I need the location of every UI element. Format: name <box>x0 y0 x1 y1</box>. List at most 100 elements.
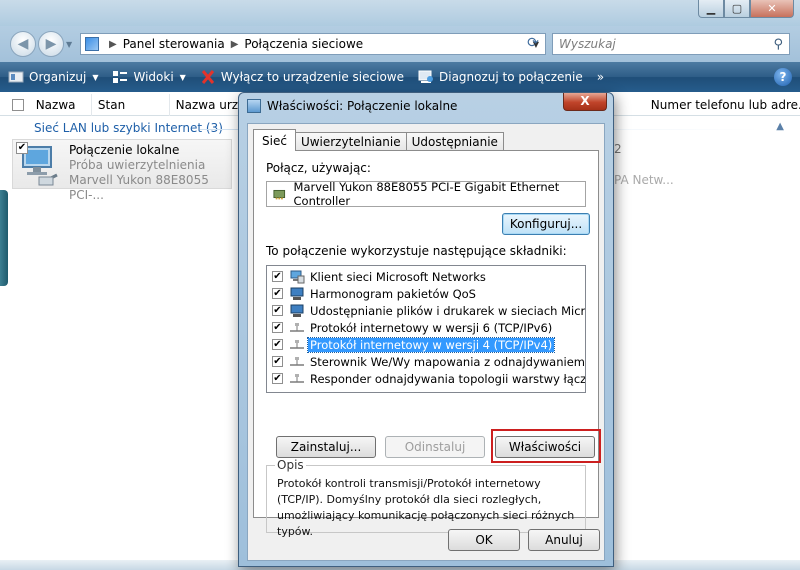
list-item[interactable]: ✔ Sterownik We/Wy mapowania z odnajdywan… <box>267 353 585 370</box>
component-checkbox[interactable]: ✔ <box>272 271 283 282</box>
search-placeholder: Wyszukaj <box>559 37 616 51</box>
uninstall-button[interactable]: Odinstaluj <box>385 436 485 458</box>
component-label: Klient sieci Microsoft Networks <box>310 269 486 284</box>
back-arrow-icon: ◀ <box>17 36 29 52</box>
address-field[interactable]: ▶ Panel sterowania ▶ Połączenia sieciowe… <box>80 33 546 55</box>
disable-device-button[interactable]: Wyłącz to urządzenie sieciowe <box>200 70 404 84</box>
ok-button[interactable]: OK <box>448 529 520 551</box>
views-label: Widoki <box>133 70 174 84</box>
qos-icon <box>290 287 304 300</box>
help-icon[interactable]: ? <box>774 68 792 86</box>
toolbar-overflow-button[interactable]: » <box>597 70 604 84</box>
cancel-button[interactable]: Anuluj <box>528 529 600 551</box>
dialog-close-button[interactable]: X <box>563 93 607 111</box>
list-item[interactable]: ✔ Udostępnianie plików i drukarek w siec… <box>267 302 585 319</box>
components-label: To połączenie wykorzystuje następujące s… <box>266 244 567 258</box>
dialog-titlebar: Właściwości: Połączenie lokalne <box>247 99 457 113</box>
select-all-checkbox[interactable] <box>12 98 24 111</box>
history-dropdown-icon[interactable]: ▼ <box>66 40 72 49</box>
diagnose-button[interactable]: Diagnozuj to połączenie <box>418 70 583 84</box>
description-group: Opis Protokół kontroli transmisji/Protok… <box>266 458 586 538</box>
minimize-button[interactable]: ▁ <box>698 0 724 18</box>
connection-checkbox[interactable]: ✔ <box>16 142 28 154</box>
window-controls: ▁ ▢ ✕ <box>698 0 794 18</box>
network-adapter-icon <box>273 189 286 200</box>
refresh-icon[interactable]: ⟳ <box>522 35 544 53</box>
highlight-frame <box>491 429 601 463</box>
search-icon[interactable]: ⚲ <box>773 35 783 55</box>
diagnose-label: Diagnozuj to połączenie <box>439 70 583 84</box>
breadcrumb-separator-icon[interactable]: ▶ <box>109 39 117 50</box>
list-item[interactable]: ✔ Protokół internetowy w wersji 6 (TCP/I… <box>267 319 585 336</box>
component-checkbox[interactable]: ✔ <box>272 288 283 299</box>
forward-arrow-icon: ▶ <box>45 36 57 52</box>
component-label: Harmonogram pakietów QoS <box>310 286 476 301</box>
list-item[interactable]: ✔ Klient sieci Microsoft Networks <box>267 268 585 285</box>
breadcrumb-separator-icon[interactable]: ▶ <box>231 39 239 50</box>
network-connection-icon <box>247 99 261 113</box>
list-item[interactable]: ✔ Responder odnajdywania topologii warst… <box>267 370 585 387</box>
component-checkbox[interactable]: ✔ <box>272 339 283 350</box>
column-phone[interactable]: Numer telefonu lub adre... <box>645 94 800 116</box>
protocol-icon <box>290 356 304 366</box>
connection-name: Połączenie lokalne <box>69 143 180 157</box>
collapse-group-icon[interactable]: ▲ <box>776 121 784 132</box>
group-header[interactable]: Sieć LAN lub szybki Internet (3) <box>34 121 223 135</box>
tab-authentication[interactable]: Uwierzytelnianie <box>294 132 407 151</box>
adapter-name: Marvell Yukon 88E8055 PCI-E Gigabit Ethe… <box>293 180 560 208</box>
connection-details: Połączenie lokalne Próba uwierzytelnieni… <box>69 143 231 203</box>
maximize-button[interactable]: ▢ <box>724 0 750 18</box>
diagnose-icon <box>418 70 433 83</box>
column-name[interactable]: Nazwa <box>30 93 92 116</box>
list-item-selected[interactable]: ✔ Protokół internetowy w wersji 4 (TCP/I… <box>267 336 585 353</box>
breadcrumb-network-connections[interactable]: Połączenia sieciowe <box>244 37 363 51</box>
dialog-body: Sieć Uwierzytelnianie Udostępnianie Połą… <box>247 123 605 561</box>
configure-button[interactable]: Konfiguruj... <box>502 213 590 235</box>
dialog-title: Właściwości: Połączenie lokalne <box>267 99 458 113</box>
tab-network[interactable]: Sieć <box>253 129 296 151</box>
component-label: Responder odnajdywania topologii warstwy… <box>310 371 585 386</box>
component-checkbox[interactable]: ✔ <box>272 305 283 316</box>
component-checkbox[interactable]: ✔ <box>272 373 283 384</box>
command-toolbar: Organizuj ▼ Widoki ▼ Wyłącz to urządzeni… <box>0 62 800 92</box>
component-label: Protokół internetowy w wersji 4 (TCP/IPv… <box>306 336 556 353</box>
adapter-field: Marvell Yukon 88E8055 PCI-E Gigabit Ethe… <box>266 180 586 208</box>
toolbar-overflow-label: » <box>596 70 605 84</box>
sidebar-gadget <box>0 190 8 286</box>
column-status[interactable]: Stan <box>92 93 170 116</box>
back-button[interactable]: ◀ <box>10 31 36 57</box>
protocol-icon <box>290 373 304 383</box>
connection-item[interactable]: ✔ Połączenie lokalne Próba uwierzytelnie… <box>12 139 232 202</box>
views-icon <box>113 71 128 83</box>
file-sharing-icon <box>290 304 304 317</box>
tab-sharing[interactable]: Udostępnianie <box>405 132 504 151</box>
properties-dialog: Właściwości: Połączenie lokalne X Sieć U… <box>238 92 614 567</box>
organize-label: Organizuj <box>29 70 87 84</box>
organize-button[interactable]: Organizuj ▼ <box>8 70 98 84</box>
views-button[interactable]: Widoki ▼ <box>112 70 186 84</box>
install-button[interactable]: Zainstaluj... <box>276 436 376 458</box>
organize-icon <box>8 71 24 83</box>
component-label: Udostępnianie plików i drukarek w siecia… <box>310 303 585 318</box>
component-label: Protokół internetowy w wersji 6 (TCP/IPv… <box>310 320 553 335</box>
background-item-number: 2 <box>614 142 622 156</box>
list-item[interactable]: ✔ Harmonogram pakietów QoS <box>267 285 585 302</box>
protocol-icon <box>290 339 304 349</box>
search-input[interactable]: Wyszukaj ⚲ <box>552 33 790 55</box>
component-checkbox[interactable]: ✔ <box>272 322 283 333</box>
connection-status: Próba uwierzytelnienia <box>69 158 206 172</box>
tab-page-network: Połącz, używając: Marvell Yukon 88E8055 … <box>253 150 601 538</box>
component-label: Sterownik We/Wy mapowania z odnajdywanie… <box>310 354 585 369</box>
components-list[interactable]: ✔ Klient sieci Microsoft Networks ✔ Harm… <box>266 265 586 393</box>
tab-strip: Sieć Uwierzytelnianie Udostępnianie <box>253 129 504 151</box>
connection-device: Marvell Yukon 88E8055 PCI-... <box>69 173 209 202</box>
component-checkbox[interactable]: ✔ <box>272 356 283 367</box>
address-bar: ◀ ▶ ▼ ▶ Panel sterowania ▶ Połączenia si… <box>0 26 800 62</box>
background-item-device: PA Netw... <box>614 173 674 187</box>
chevron-down-icon: ▼ <box>179 72 186 82</box>
chevron-down-icon: ▼ <box>92 72 99 82</box>
breadcrumb-control-panel[interactable]: Panel sterowania <box>123 37 225 51</box>
close-window-button[interactable]: ✕ <box>750 0 794 18</box>
protocol-icon <box>290 322 304 332</box>
forward-button[interactable]: ▶ <box>38 31 64 57</box>
